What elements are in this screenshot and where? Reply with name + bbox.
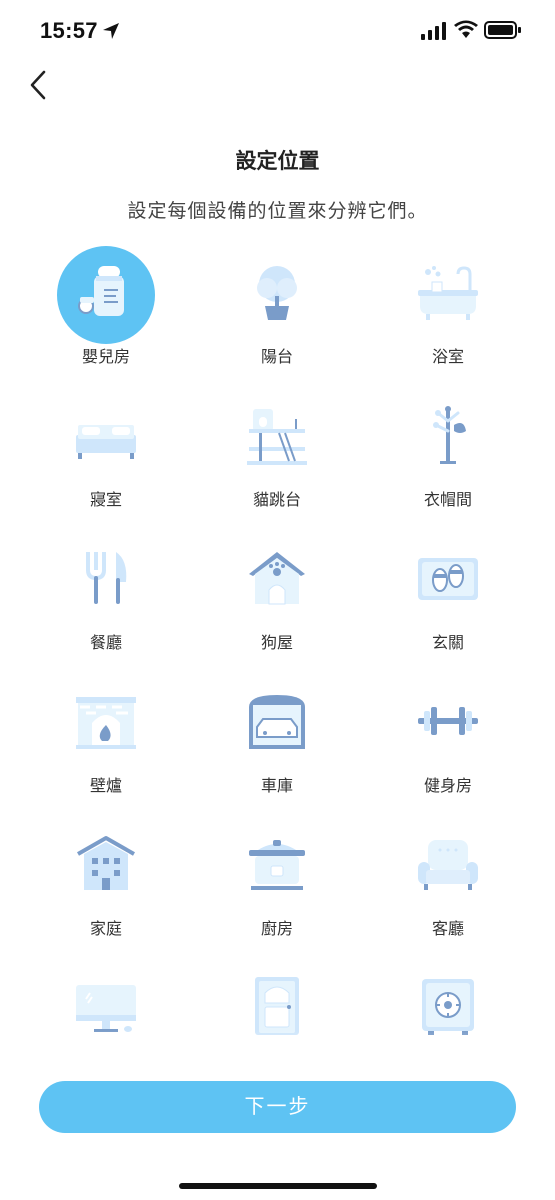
bathtub-icon [418, 266, 478, 320]
location-label: 餐廳 [89, 635, 122, 652]
location-grid: 嬰兒房 陽台 浴室 寢室 貓跳台 衣帽間 餐廳 狗屋 玄關 壁爐 車庫 健身房 … [0, 0, 555, 1200]
location-tile-entryway[interactable]: 玄關 [368, 532, 528, 662]
fork-knife-icon [86, 552, 127, 604]
location-tile-closet[interactable]: 衣帽間 [368, 389, 528, 519]
location-label: 衣帽間 [423, 492, 472, 509]
location-label: 陽台 [260, 349, 293, 366]
fireplace-icon [76, 697, 136, 749]
location-label: 寢室 [89, 492, 122, 509]
door-icon [255, 977, 299, 1035]
location-label: 嬰兒房 [81, 349, 130, 366]
location-tile-doghouse[interactable]: 狗屋 [197, 532, 357, 662]
location-label: 家庭 [89, 921, 122, 938]
location-tile-garage[interactable]: 車庫 [197, 675, 357, 805]
home-indicator[interactable] [179, 1183, 377, 1189]
baby-bottle-icon [78, 266, 124, 316]
location-tile-balcony[interactable]: 陽台 [197, 246, 357, 376]
location-label: 狗屋 [260, 635, 293, 652]
location-tile-dining[interactable]: 餐廳 [26, 532, 186, 662]
location-tile-fireplace[interactable]: 壁爐 [26, 675, 186, 805]
monitor-icon [76, 985, 136, 1032]
rice-cooker-icon [249, 840, 305, 890]
bed-icon [76, 425, 136, 459]
coat-rack-icon [433, 406, 466, 464]
cat-tree-icon [247, 409, 307, 465]
potted-tree-icon [257, 266, 297, 320]
next-button[interactable]: 下一步 [39, 1081, 516, 1133]
dumbbell-icon [418, 707, 478, 735]
location-tile-kitchen[interactable]: 廚房 [197, 818, 357, 948]
location-label: 壁爐 [89, 778, 122, 795]
armchair-icon [418, 840, 478, 890]
location-tile-home[interactable]: 家庭 [26, 818, 186, 948]
location-tile-bedroom[interactable]: 寢室 [26, 389, 186, 519]
location-label: 健身房 [423, 778, 472, 795]
location-tile-bathroom[interactable]: 浴室 [368, 246, 528, 376]
location-tile-living-room[interactable]: 客廳 [368, 818, 528, 948]
location-label: 貓跳台 [252, 492, 301, 509]
doghouse-icon [249, 552, 305, 605]
location-label: 客廳 [431, 921, 464, 938]
location-tile-nursery[interactable]: 嬰兒房 [26, 246, 186, 376]
safe-icon [422, 979, 474, 1035]
slippers-mat-icon [418, 558, 478, 600]
location-tile-cat-tree[interactable]: 貓跳台 [197, 389, 357, 519]
location-label: 玄關 [431, 635, 464, 652]
location-label: 浴室 [431, 349, 464, 366]
location-tile-gym[interactable]: 健身房 [368, 675, 528, 805]
location-label: 車庫 [260, 778, 293, 795]
house-icon [77, 836, 135, 890]
location-label: 廚房 [260, 921, 293, 938]
garage-car-icon [249, 695, 305, 749]
